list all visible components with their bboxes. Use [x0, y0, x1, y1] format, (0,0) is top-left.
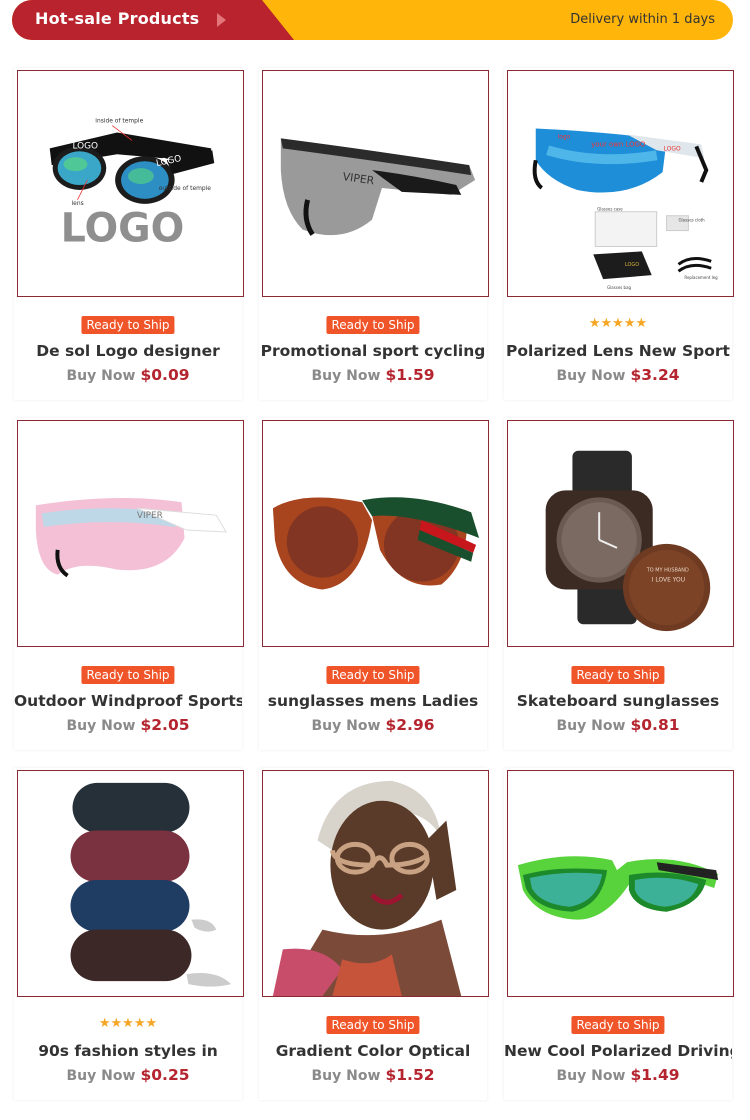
price-row: Buy Now $1.49 [504, 1065, 732, 1084]
cat-eye-stripe-sunglasses-image[interactable] [262, 420, 489, 647]
product-title[interactable]: Polarized Lens New Sport [504, 342, 732, 360]
product-price: $1.59 [385, 366, 435, 384]
stacked-glasses-cases-image[interactable] [17, 770, 244, 997]
logo-text-left: LOGO [73, 141, 99, 151]
logo-text-temple: LOGO [664, 145, 681, 152]
product-card[interactable]: VIPER Ready to Ship Outdoor Windproof Sp… [14, 418, 244, 750]
delivery-note: Delivery within 1 days [570, 12, 715, 27]
product-price: $2.05 [140, 716, 190, 734]
product-price: $3.24 [630, 366, 680, 384]
product-title[interactable]: Outdoor Windproof Sports [14, 692, 242, 710]
banner-title: Hot-sale Products [35, 9, 200, 28]
product-price: $1.49 [630, 1066, 680, 1084]
blue-mirror-sport-sunglasses-image[interactable]: logo your own LOGO LOGO Glasses case Gla… [507, 70, 734, 297]
svg-text:LOGO: LOGO [625, 262, 639, 268]
product-title[interactable]: Skateboard sunglasses [504, 692, 732, 710]
price-row: Buy Now $2.05 [14, 715, 242, 734]
grey-shield-sunglasses-image[interactable]: VIPER [262, 70, 489, 297]
wooden-watch-image[interactable]: TO MY HUSBAND I LOVE YOU [507, 420, 734, 647]
product-title[interactable]: New Cool Polarized Driving [504, 1042, 732, 1060]
product-card[interactable]: Ready to Ship New Cool Polarized Driving… [504, 768, 734, 1100]
buy-now-link[interactable]: Buy Now [311, 1068, 380, 1084]
pink-mirror-sport-sunglasses-image[interactable]: VIPER [17, 420, 244, 647]
buy-now-link[interactable]: Buy Now [311, 368, 380, 384]
chevron-right-icon [217, 13, 226, 27]
rating-stars: ★★★★★ [98, 1015, 158, 1030]
outside-temple-label: outside of temple [159, 185, 212, 192]
product-title[interactable]: 90s fashion styles in [14, 1042, 242, 1060]
product-card[interactable]: logo your own LOGO LOGO Glasses case Gla… [504, 68, 734, 400]
product-price: $0.81 [630, 716, 680, 734]
product-card[interactable]: ★★★★★ 90s fashion styles in Buy Now $0.2… [14, 768, 244, 1100]
product-price: $1.52 [385, 1066, 435, 1084]
product-price: $2.96 [385, 716, 435, 734]
buy-now-link[interactable]: Buy Now [556, 368, 625, 384]
product-card[interactable]: LOGO LOGO inside of temple outside of te… [14, 68, 244, 400]
svg-text:I LOVE YOU: I LOVE YOU [652, 577, 685, 584]
price-row: Buy Now $0.09 [14, 365, 242, 384]
svg-text:Glasses cloth: Glasses cloth [678, 218, 705, 223]
buy-now-link[interactable]: Buy Now [311, 718, 380, 734]
svg-text:Glasses case: Glasses case [597, 207, 623, 212]
product-title[interactable]: De sol Logo designer [14, 342, 242, 360]
ready-to-ship-badge: Ready to Ship [326, 1016, 420, 1034]
logo-watermark: LOGO [61, 205, 185, 251]
engraving-text: TO MY HUSBAND [646, 568, 689, 574]
svg-text:Replacement leg: Replacement leg [684, 275, 718, 280]
price-row: Buy Now $1.59 [259, 365, 487, 384]
inside-temple-label: inside of temple [95, 118, 143, 125]
ready-to-ship-badge: Ready to Ship [326, 666, 420, 684]
green-sport-sunglasses-image[interactable] [507, 770, 734, 997]
buy-now-link[interactable]: Buy Now [66, 1068, 135, 1084]
price-row: Buy Now $1.52 [259, 1065, 487, 1084]
price-row: Buy Now $2.96 [259, 715, 487, 734]
product-card[interactable]: Ready to Ship sunglasses mens Ladies Buy… [259, 418, 489, 750]
price-row: Buy Now $0.25 [14, 1065, 242, 1084]
buy-now-link[interactable]: Buy Now [556, 718, 625, 734]
sunglasses-logo-diagram-image[interactable]: LOGO LOGO inside of temple outside of te… [17, 70, 244, 297]
your-own-logo-text: your own LOGO [591, 140, 646, 148]
product-price: $0.25 [140, 1066, 190, 1084]
product-title[interactable]: Promotional sport cycling [259, 342, 487, 360]
product-card[interactable]: TO MY HUSBAND I LOVE YOU Ready to Ship S… [504, 418, 734, 750]
ready-to-ship-badge: Ready to Ship [326, 316, 420, 334]
price-row: Buy Now $0.81 [504, 715, 732, 734]
price-row: Buy Now $3.24 [504, 365, 732, 384]
svg-text:Glasses bag: Glasses bag [607, 285, 631, 290]
buy-now-link[interactable]: Buy Now [66, 368, 135, 384]
buy-now-link[interactable]: Buy Now [556, 1068, 625, 1084]
rating-stars: ★★★★★ [588, 315, 648, 330]
product-card[interactable]: VIPER Ready to Ship Promotional sport cy… [259, 68, 489, 400]
product-title[interactable]: Gradient Color Optical [259, 1042, 487, 1060]
hot-sale-banner[interactable]: Hot-sale Products Delivery within 1 days [12, 0, 733, 40]
ready-to-ship-badge: Ready to Ship [81, 316, 175, 334]
ready-to-ship-badge: Ready to Ship [571, 666, 665, 684]
buy-now-link[interactable]: Buy Now [66, 718, 135, 734]
ready-to-ship-badge: Ready to Ship [571, 1016, 665, 1034]
ready-to-ship-badge: Ready to Ship [81, 666, 175, 684]
product-card[interactable]: Ready to Ship Gradient Color Optical Buy… [259, 768, 489, 1100]
logo-text-small: logo [558, 133, 571, 140]
product-price: $0.09 [140, 366, 190, 384]
woman-wearing-glasses-image[interactable] [262, 770, 489, 997]
product-title[interactable]: sunglasses mens Ladies [259, 692, 487, 710]
viper-brand-text: VIPER [137, 511, 163, 521]
